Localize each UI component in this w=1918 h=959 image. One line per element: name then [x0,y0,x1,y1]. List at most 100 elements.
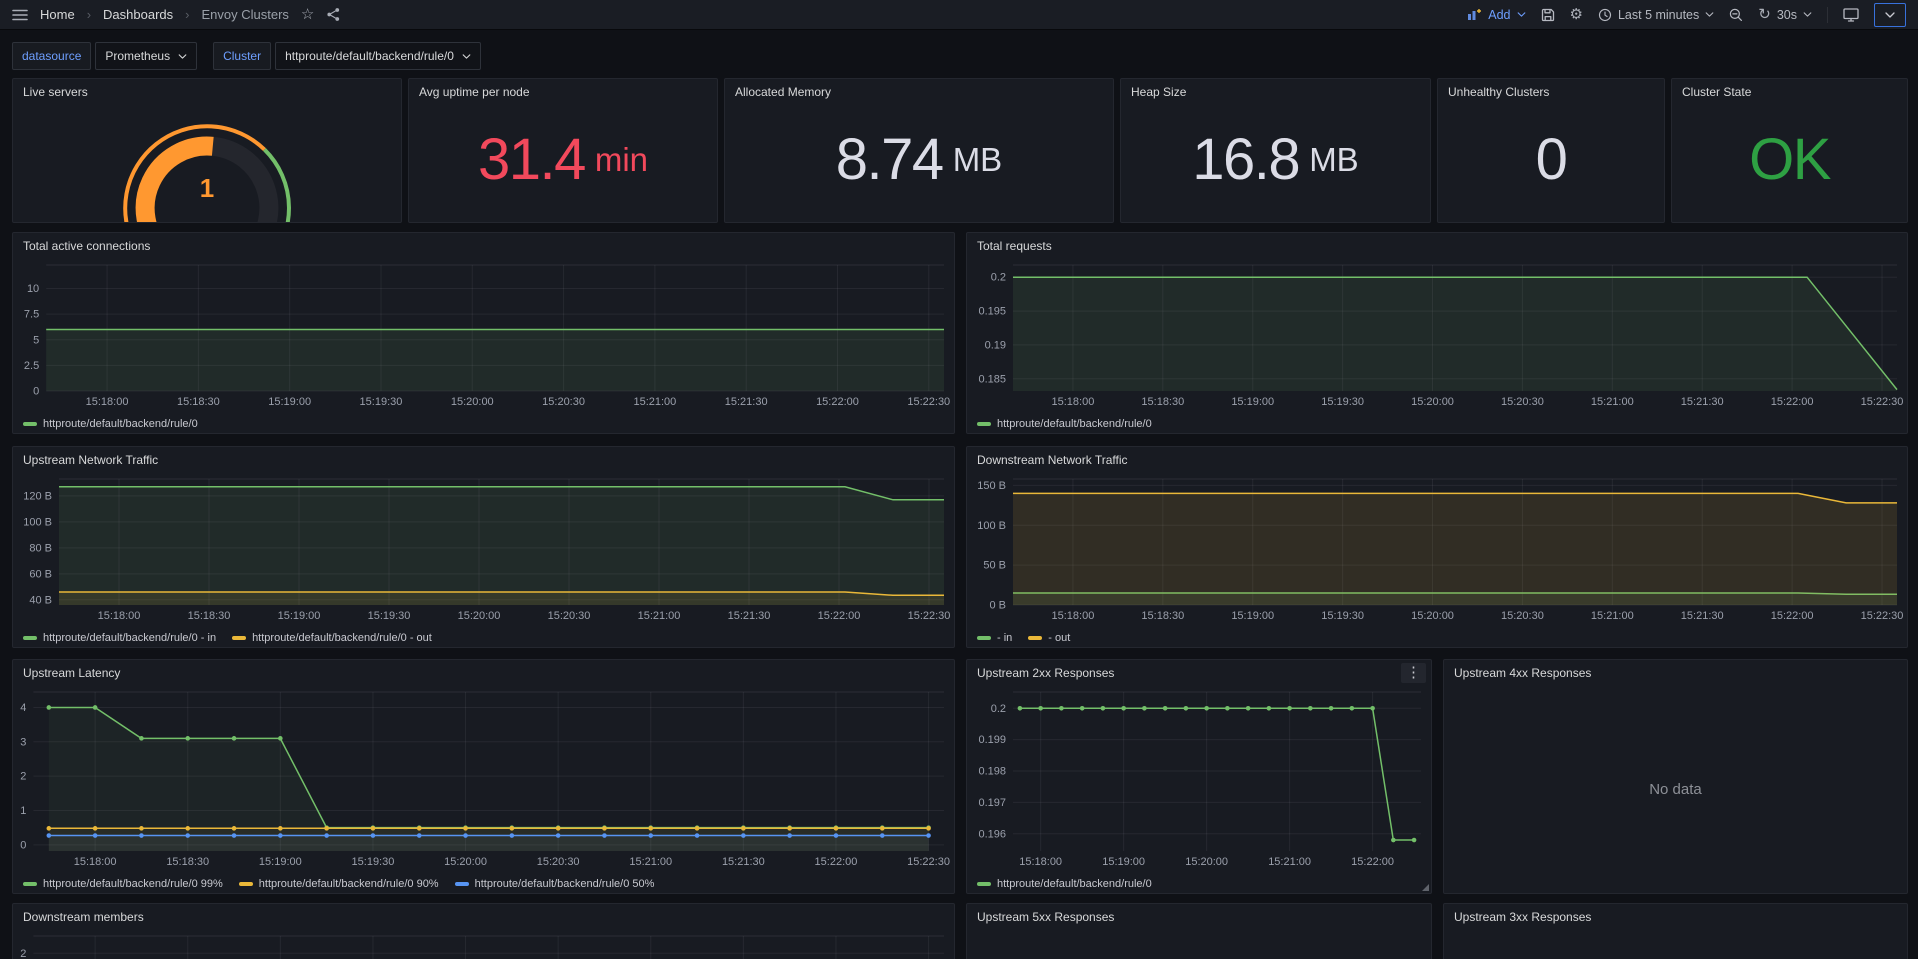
breadcrumb-separator: › [185,7,189,22]
downstream-members-chart[interactable]: 15:18:0015:18:3015:19:0015:19:3015:20:00… [13,930,954,959]
time-range-label: Last 5 minutes [1618,8,1699,22]
svg-text:15:18:00: 15:18:00 [1052,396,1095,408]
panel-title[interactable]: Upstream 5xx Responses [967,904,1431,930]
svg-text:15:18:30: 15:18:30 [166,856,209,868]
zoom-out-button[interactable] [1729,8,1743,22]
svg-text:15:18:30: 15:18:30 [1141,610,1184,622]
panel-title[interactable]: Upstream Network Traffic [13,447,954,473]
svg-text:15:19:30: 15:19:30 [1321,610,1364,622]
save-dashboard-button[interactable] [1541,8,1555,22]
upstream-latency-chart[interactable]: 15:18:0015:18:3015:19:0015:19:3015:20:00… [13,686,954,871]
panel-title[interactable]: Unhealthy Clusters [1438,79,1664,105]
refresh-button[interactable]: ↻ 30s [1758,7,1812,22]
monitor-icon [1843,8,1859,22]
time-range-picker[interactable]: Last 5 minutes [1598,8,1714,22]
panel-resize-handle[interactable] [1422,884,1429,891]
svg-text:15:22:00: 15:22:00 [816,396,859,408]
legend-label: httproute/default/backend/rule/0 99% [43,878,223,890]
panel-title[interactable]: Heap Size [1121,79,1430,105]
legend-color-dash [232,636,246,640]
panel-title[interactable]: Cluster State [1672,79,1907,105]
total-active-connections-chart[interactable]: 15:18:0015:18:3015:19:0015:19:3015:20:00… [13,259,954,411]
datasource-value-text: Prometheus [105,49,170,63]
datasource-variable-label[interactable]: datasource [12,42,91,70]
panel-title[interactable]: Upstream 2xx Responses [967,660,1431,686]
panel-title[interactable]: Live servers [13,79,401,105]
svg-text:15:22:30: 15:22:30 [1861,610,1904,622]
svg-text:50 B: 50 B [983,560,1006,572]
legend-item[interactable]: httproute/default/backend/rule/0 50% [455,878,655,890]
panel-downstream-network-traffic: Downstream Network Traffic 15:18:0015:18… [966,446,1908,648]
svg-text:15:20:30: 15:20:30 [1501,396,1544,408]
panel-title[interactable]: Total requests [967,233,1907,259]
hamburger-menu-icon[interactable] [12,8,28,22]
panel-heap-size: Heap Size 16.8 MB [1120,78,1431,223]
clock-icon [1598,8,1612,22]
panel-title[interactable]: Downstream members [13,904,954,930]
toolbar-expand-button[interactable] [1874,3,1906,27]
svg-text:3: 3 [20,736,26,748]
svg-text:0: 0 [33,386,39,398]
svg-text:80 B: 80 B [29,542,52,554]
downstream-network-traffic-chart[interactable]: 15:18:0015:18:3015:19:0015:19:3015:20:00… [967,473,1907,625]
svg-text:15:18:30: 15:18:30 [188,610,231,622]
dashboard-settings-button[interactable]: ⚙ [1570,7,1583,22]
panel-title[interactable]: Downstream Network Traffic [967,447,1907,473]
breadcrumb-home[interactable]: Home [40,7,75,22]
svg-text:0.195: 0.195 [978,306,1006,318]
panel-title[interactable]: Upstream Latency [13,660,954,686]
panel-upstream-latency: Upstream Latency 15:18:0015:18:3015:19:0… [12,659,955,894]
svg-text:150 B: 150 B [977,480,1006,492]
breadcrumb-dashboards[interactable]: Dashboards [103,7,173,22]
panel-title[interactable]: Total active connections [13,233,954,259]
cluster-variable-value[interactable]: httproute/default/backend/rule/0 [275,42,481,70]
svg-text:15:21:00: 15:21:00 [1268,856,1311,868]
favorite-star-icon[interactable]: ☆ [301,7,314,22]
svg-text:15:20:30: 15:20:30 [1501,610,1544,622]
panel-menu-kebab-icon[interactable]: ⋮ [1401,663,1426,683]
panel-title[interactable]: Allocated Memory [725,79,1113,105]
svg-text:60 B: 60 B [29,568,52,580]
toolbar-divider [1827,7,1828,23]
stat-value-wrap: OK [1680,103,1899,216]
kiosk-mode-button[interactable] [1843,8,1859,22]
panel-title[interactable]: Upstream 4xx Responses [1444,660,1907,686]
no-data-message: No data [1444,686,1907,893]
svg-text:15:22:00: 15:22:00 [818,610,861,622]
add-button[interactable]: Add [1467,8,1525,22]
panel-upstream-2xx-responses: Upstream 2xx Responses ⋮ 15:18:0015:19:0… [966,659,1432,894]
datasource-variable-value[interactable]: Prometheus [95,42,197,70]
panel-allocated-memory: Allocated Memory 8.74 MB [724,78,1114,223]
cluster-variable-label[interactable]: Cluster [213,42,271,70]
svg-text:15:21:30: 15:21:30 [728,610,771,622]
panel-downstream-members: Downstream members 15:18:0015:18:3015:19… [12,903,955,959]
legend-item[interactable]: httproute/default/backend/rule/0 [23,418,198,430]
svg-text:0.19: 0.19 [985,339,1006,351]
panel-title[interactable]: Avg uptime per node [409,79,717,105]
legend-label: httproute/default/backend/rule/0 [997,418,1152,430]
legend-item[interactable]: httproute/default/backend/rule/0 [977,878,1152,890]
legend-item[interactable]: httproute/default/backend/rule/0 - out [232,632,432,644]
svg-text:2: 2 [20,771,26,783]
upstream-2xx-chart[interactable]: 15:18:0015:19:0015:20:0015:21:0015:22:00… [967,686,1431,871]
share-icon[interactable] [326,7,341,22]
stat-unit: min [595,141,648,179]
svg-text:15:21:00: 15:21:00 [638,610,681,622]
total-requests-chart[interactable]: 15:18:0015:18:3015:19:0015:19:3015:20:00… [967,259,1907,411]
legend-item[interactable]: httproute/default/backend/rule/0 [977,418,1152,430]
svg-text:40 B: 40 B [29,594,52,606]
legend-color-dash [1028,636,1042,640]
legend-item[interactable]: - in [977,632,1012,644]
svg-text:15:19:00: 15:19:00 [268,396,311,408]
svg-text:0.198: 0.198 [978,766,1006,778]
upstream-network-traffic-chart[interactable]: 15:18:0015:18:3015:19:0015:19:3015:20:00… [13,473,954,625]
svg-text:15:19:30: 15:19:30 [360,396,403,408]
legend-item[interactable]: httproute/default/backend/rule/0 99% [23,878,223,890]
breadcrumb-current: Envoy Clusters [201,7,288,22]
svg-text:4: 4 [20,702,26,714]
legend-item[interactable]: - out [1028,632,1070,644]
legend-item[interactable]: httproute/default/backend/rule/0 - in [23,632,216,644]
panel-title[interactable]: Upstream 3xx Responses [1444,904,1907,930]
legend-color-dash [239,882,253,886]
legend-item[interactable]: httproute/default/backend/rule/0 90% [239,878,439,890]
